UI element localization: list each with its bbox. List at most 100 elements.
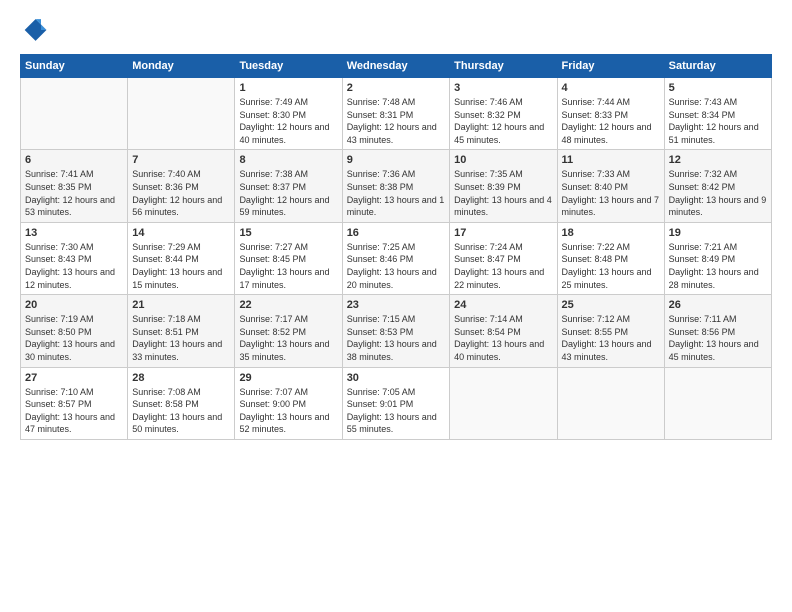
logo-icon: [20, 16, 48, 44]
day-cell: 3 Sunrise: 7:46 AMSunset: 8:32 PMDaylight…: [450, 78, 557, 150]
page: SundayMondayTuesdayWednesdayThursdayFrid…: [0, 0, 792, 612]
day-number: 10: [454, 154, 552, 166]
day-cell: 16 Sunrise: 7:25 AMSunset: 8:46 PMDayligh…: [342, 222, 449, 294]
day-cell: 25 Sunrise: 7:12 AMSunset: 8:55 PMDayligh…: [557, 295, 664, 367]
day-number: 1: [239, 82, 337, 94]
day-cell: [664, 367, 771, 439]
day-cell: 14Sunrise: 7:29 AMSunset: 8:44 PMDayligh…: [128, 222, 235, 294]
day-info: Sunrise: 7:19 AMSunset: 8:50 PMDaylight:…: [25, 313, 123, 363]
day-number: 17: [454, 227, 552, 239]
day-info: Sunrise: 7:08 AMSunset: 8:58 PMDaylight:…: [132, 386, 230, 436]
day-number: 21: [132, 299, 230, 311]
day-info: Sunrise: 7:49 AMSunset: 8:30 PMDaylight:…: [239, 96, 337, 146]
header: [20, 16, 772, 44]
day-number: 11: [562, 154, 660, 166]
day-info: Sunrise: 7:32 AMSunset: 8:42 PMDaylight:…: [669, 168, 767, 218]
day-number: 7: [132, 154, 230, 166]
day-cell: 24Sunrise: 7:14 AMSunset: 8:54 PMDayligh…: [450, 295, 557, 367]
day-cell: 20 Sunrise: 7:19 AMSunset: 8:50 PMDayligh…: [21, 295, 128, 367]
day-number: 30: [347, 372, 445, 384]
day-info: Sunrise: 7:38 AMSunset: 8:37 PMDaylight:…: [239, 168, 337, 218]
day-cell: 29 Sunrise: 7:07 AMSunset: 9:00 PMDayligh…: [235, 367, 342, 439]
day-info: Sunrise: 7:44 AMSunset: 8:33 PMDaylight:…: [562, 96, 660, 146]
day-cell: 26Sunrise: 7:11 AMSunset: 8:56 PMDayligh…: [664, 295, 771, 367]
day-number: 24: [454, 299, 552, 311]
day-number: 9: [347, 154, 445, 166]
day-number: 22: [239, 299, 337, 311]
day-info: Sunrise: 7:07 AMSunset: 9:00 PMDaylight:…: [239, 386, 337, 436]
day-cell: 18Sunrise: 7:22 AMSunset: 8:48 PMDayligh…: [557, 222, 664, 294]
day-number: 3: [454, 82, 552, 94]
week-row-5: 27 Sunrise: 7:10 AMSunset: 8:57 PMDayligh…: [21, 367, 772, 439]
day-info: Sunrise: 7:27 AMSunset: 8:45 PMDaylight:…: [239, 241, 337, 291]
day-cell: 7 Sunrise: 7:40 AMSunset: 8:36 PMDaylight…: [128, 150, 235, 222]
day-cell: [450, 367, 557, 439]
day-number: 27: [25, 372, 123, 384]
day-cell: 22 Sunrise: 7:17 AMSunset: 8:52 PMDayligh…: [235, 295, 342, 367]
day-info: Sunrise: 7:18 AMSunset: 8:51 PMDaylight:…: [132, 313, 230, 363]
day-number: 4: [562, 82, 660, 94]
day-number: 18: [562, 227, 660, 239]
day-cell: 23Sunrise: 7:15 AMSunset: 8:53 PMDayligh…: [342, 295, 449, 367]
day-info: Sunrise: 7:24 AMSunset: 8:47 PMDaylight:…: [454, 241, 552, 291]
day-info: Sunrise: 7:05 AMSunset: 9:01 PMDaylight:…: [347, 386, 445, 436]
day-cell: 1 Sunrise: 7:49 AMSunset: 8:30 PMDaylight…: [235, 78, 342, 150]
week-row-1: 1 Sunrise: 7:49 AMSunset: 8:30 PMDaylight…: [21, 78, 772, 150]
day-info: Sunrise: 7:33 AMSunset: 8:40 PMDaylight:…: [562, 168, 660, 218]
day-number: 29: [239, 372, 337, 384]
day-info: Sunrise: 7:46 AMSunset: 8:32 PMDaylight:…: [454, 96, 552, 146]
col-header-monday: Monday: [128, 55, 235, 78]
day-info: Sunrise: 7:21 AMSunset: 8:49 PMDaylight:…: [669, 241, 767, 291]
day-info: Sunrise: 7:40 AMSunset: 8:36 PMDaylight:…: [132, 168, 230, 218]
day-cell: 9 Sunrise: 7:36 AMSunset: 8:38 PMDaylight…: [342, 150, 449, 222]
day-info: Sunrise: 7:25 AMSunset: 8:46 PMDaylight:…: [347, 241, 445, 291]
day-cell: 12Sunrise: 7:32 AMSunset: 8:42 PMDayligh…: [664, 150, 771, 222]
day-number: 16: [347, 227, 445, 239]
day-cell: 30 Sunrise: 7:05 AMSunset: 9:01 PMDayligh…: [342, 367, 449, 439]
day-info: Sunrise: 7:15 AMSunset: 8:53 PMDaylight:…: [347, 313, 445, 363]
day-number: 28: [132, 372, 230, 384]
day-number: 6: [25, 154, 123, 166]
day-cell: 17 Sunrise: 7:24 AMSunset: 8:47 PMDayligh…: [450, 222, 557, 294]
logo: [20, 16, 52, 44]
day-info: Sunrise: 7:29 AMSunset: 8:44 PMDaylight:…: [132, 241, 230, 291]
day-cell: [557, 367, 664, 439]
day-cell: 5 Sunrise: 7:43 AMSunset: 8:34 PMDaylight…: [664, 78, 771, 150]
day-cell: 10 Sunrise: 7:35 AMSunset: 8:39 PMDayligh…: [450, 150, 557, 222]
col-header-sunday: Sunday: [21, 55, 128, 78]
day-number: 5: [669, 82, 767, 94]
day-cell: 19 Sunrise: 7:21 AMSunset: 8:49 PMDayligh…: [664, 222, 771, 294]
col-header-wednesday: Wednesday: [342, 55, 449, 78]
calendar-table: SundayMondayTuesdayWednesdayThursdayFrid…: [20, 54, 772, 440]
day-number: 8: [239, 154, 337, 166]
day-cell: [21, 78, 128, 150]
day-number: 15: [239, 227, 337, 239]
day-cell: 6 Sunrise: 7:41 AMSunset: 8:35 PMDaylight…: [21, 150, 128, 222]
day-cell: [128, 78, 235, 150]
day-number: 19: [669, 227, 767, 239]
day-info: Sunrise: 7:17 AMSunset: 8:52 PMDaylight:…: [239, 313, 337, 363]
week-row-3: 13Sunrise: 7:30 AMSunset: 8:43 PMDayligh…: [21, 222, 772, 294]
day-info: Sunrise: 7:41 AMSunset: 8:35 PMDaylight:…: [25, 168, 123, 218]
col-header-tuesday: Tuesday: [235, 55, 342, 78]
day-number: 13: [25, 227, 123, 239]
day-info: Sunrise: 7:10 AMSunset: 8:57 PMDaylight:…: [25, 386, 123, 436]
day-cell: 4 Sunrise: 7:44 AMSunset: 8:33 PMDaylight…: [557, 78, 664, 150]
day-info: Sunrise: 7:11 AMSunset: 8:56 PMDaylight:…: [669, 313, 767, 363]
col-header-friday: Friday: [557, 55, 664, 78]
day-info: Sunrise: 7:12 AMSunset: 8:55 PMDaylight:…: [562, 313, 660, 363]
week-row-4: 20 Sunrise: 7:19 AMSunset: 8:50 PMDayligh…: [21, 295, 772, 367]
day-cell: 8 Sunrise: 7:38 AMSunset: 8:37 PMDaylight…: [235, 150, 342, 222]
day-number: 20: [25, 299, 123, 311]
day-number: 2: [347, 82, 445, 94]
day-info: Sunrise: 7:35 AMSunset: 8:39 PMDaylight:…: [454, 168, 552, 218]
week-row-2: 6 Sunrise: 7:41 AMSunset: 8:35 PMDaylight…: [21, 150, 772, 222]
col-header-saturday: Saturday: [664, 55, 771, 78]
calendar-header-row: SundayMondayTuesdayWednesdayThursdayFrid…: [21, 55, 772, 78]
day-info: Sunrise: 7:36 AMSunset: 8:38 PMDaylight:…: [347, 168, 445, 218]
day-cell: 15 Sunrise: 7:27 AMSunset: 8:45 PMDayligh…: [235, 222, 342, 294]
day-number: 25: [562, 299, 660, 311]
day-info: Sunrise: 7:43 AMSunset: 8:34 PMDaylight:…: [669, 96, 767, 146]
day-info: Sunrise: 7:48 AMSunset: 8:31 PMDaylight:…: [347, 96, 445, 146]
col-header-thursday: Thursday: [450, 55, 557, 78]
